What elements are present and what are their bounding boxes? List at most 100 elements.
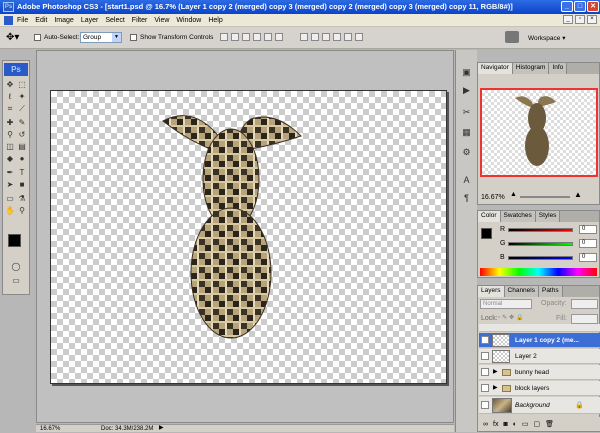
distribute-hcenter-icon[interactable]	[344, 33, 352, 41]
layer-name[interactable]: block layers	[515, 381, 549, 396]
layer-name[interactable]: bunny head	[515, 365, 549, 380]
brush-tool-icon[interactable]: ✎	[17, 118, 27, 128]
hand-tool-icon[interactable]: ✋	[5, 206, 15, 216]
layer-row[interactable]: ▶ bunny head	[479, 365, 600, 380]
align-vcenter-icon[interactable]	[231, 33, 239, 41]
visibility-toggle[interactable]	[481, 401, 489, 409]
tab-paths[interactable]: Paths	[538, 286, 563, 297]
maximize-button[interactable]: □	[574, 1, 586, 12]
menu-filter[interactable]: Filter	[132, 17, 148, 24]
doc-restore-button[interactable]: ▫	[575, 15, 585, 24]
tab-channels[interactable]: Channels	[504, 286, 539, 297]
delete-layer-icon[interactable]: 🗑	[545, 420, 554, 428]
clone-source-icon[interactable]: ⚙	[460, 146, 473, 159]
distribute-bottom-icon[interactable]	[322, 33, 330, 41]
move-tool-icon[interactable]: ✥	[5, 80, 15, 90]
lock-icons[interactable]: ▫✎✥🔒	[498, 314, 526, 321]
link-layers-icon[interactable]: ∞	[483, 421, 488, 428]
tab-histogram[interactable]: Histogram	[512, 63, 550, 74]
color-spectrum-ramp[interactable]	[480, 268, 597, 276]
channel-b-value[interactable]: 0	[579, 253, 597, 262]
distribute-vcenter-icon[interactable]	[311, 33, 319, 41]
gradient-tool-icon[interactable]: ▤	[17, 142, 27, 152]
workspace-button[interactable]: Workspace ▾	[528, 34, 565, 42]
layer-row[interactable]: Background 🔒	[479, 397, 600, 414]
channel-r-value[interactable]: 0	[579, 225, 597, 234]
layer-row[interactable]: ▶ block layers	[479, 381, 600, 396]
distribute-top-icon[interactable]	[300, 33, 308, 41]
zoom-out-icon[interactable]: ▲	[510, 191, 517, 198]
healing-brush-icon[interactable]: ✚	[5, 118, 15, 128]
crop-tool-icon[interactable]: ⌗	[5, 104, 15, 114]
channel-b-slider[interactable]	[508, 256, 573, 260]
blend-mode-dropdown[interactable]: Normal	[480, 299, 532, 309]
expand-triangle-icon[interactable]: ▶	[493, 365, 498, 380]
layer-name[interactable]: Layer 1 copy 2 (me...	[515, 333, 579, 348]
pen-tool-icon[interactable]: ✒	[5, 168, 15, 178]
align-bottom-icon[interactable]	[242, 33, 250, 41]
navigator-zoom[interactable]: 16.67%	[481, 194, 505, 201]
history-brush-icon[interactable]: ↺	[17, 130, 27, 140]
layer-row-partial[interactable]	[479, 324, 600, 332]
paragraph-panel-icon[interactable]: ¶	[460, 192, 473, 205]
quick-mask-icon[interactable]: ◯	[11, 262, 21, 272]
magic-wand-icon[interactable]: ✦	[17, 92, 27, 102]
align-top-icon[interactable]	[220, 33, 228, 41]
doc-close-button[interactable]: ×	[587, 15, 597, 24]
actions-panel-icon[interactable]: ▶	[460, 84, 473, 97]
menu-image[interactable]: Image	[54, 17, 73, 24]
tab-color[interactable]: Color	[478, 211, 501, 222]
menu-window[interactable]: Window	[176, 17, 201, 24]
visibility-toggle[interactable]	[481, 336, 489, 344]
navigator-zoom-slider[interactable]	[520, 196, 570, 198]
color-fg-swatch[interactable]	[481, 228, 492, 239]
app-menu-icon[interactable]	[4, 15, 13, 25]
status-menu-arrow-icon[interactable]: ▶	[159, 425, 164, 432]
notes-tool-icon[interactable]: ▭	[5, 194, 15, 204]
eyedropper-icon[interactable]: ⚗	[17, 194, 27, 204]
layer-name[interactable]: Background	[515, 397, 550, 414]
menu-view[interactable]: View	[154, 17, 169, 24]
visibility-toggle[interactable]	[481, 368, 489, 376]
auto-select-dropdown[interactable]: Group ▼	[80, 32, 122, 43]
canvas[interactable]	[50, 90, 447, 384]
navigator-preview[interactable]	[480, 88, 598, 177]
zoom-tool-icon[interactable]: ⚲	[17, 206, 27, 216]
distribute-right-icon[interactable]	[355, 33, 363, 41]
tool-presets-icon[interactable]: ✂	[460, 106, 473, 119]
move-tool-preset-icon[interactable]: ✥▾	[6, 32, 19, 43]
dodge-tool-icon[interactable]: ●	[17, 154, 27, 164]
tab-styles[interactable]: Styles	[535, 211, 561, 222]
menu-help[interactable]: Help	[208, 17, 222, 24]
channel-r-slider[interactable]	[508, 228, 573, 232]
layer-name[interactable]: Layer 2	[515, 349, 537, 364]
tab-swatches[interactable]: Swatches	[500, 211, 536, 222]
tab-navigator[interactable]: Navigator	[478, 63, 513, 74]
marquee-tool-icon[interactable]: ⬚	[17, 80, 27, 90]
layer-style-icon[interactable]: fx	[493, 421, 498, 428]
slice-tool-icon[interactable]: ⟋	[17, 104, 27, 114]
align-right-icon[interactable]	[275, 33, 283, 41]
adjustment-layer-icon[interactable]: ◐	[513, 421, 517, 428]
channel-g-slider[interactable]	[508, 242, 573, 246]
close-button[interactable]: ✕	[587, 1, 599, 12]
eraser-tool-icon[interactable]: ◫	[5, 142, 15, 152]
path-select-icon[interactable]: ➤	[5, 180, 15, 190]
layer-row[interactable]: Layer 1 copy 2 (me...	[479, 333, 600, 348]
screen-mode-icon[interactable]: ▭	[11, 276, 21, 286]
tab-layers[interactable]: Layers	[478, 286, 505, 297]
new-layer-icon[interactable]: ▢	[534, 420, 541, 428]
show-transform-checkbox[interactable]	[130, 34, 137, 41]
brushes-panel-icon[interactable]: ▦	[460, 126, 473, 139]
visibility-toggle[interactable]	[481, 384, 489, 392]
minimize-button[interactable]: _	[561, 1, 573, 12]
menu-layer[interactable]: Layer	[81, 17, 99, 24]
doc-minimize-button[interactable]: _	[563, 15, 573, 24]
history-panel-icon[interactable]: ▣	[460, 66, 473, 79]
foreground-color-swatch[interactable]	[8, 234, 21, 247]
zoom-in-icon[interactable]: ▲	[574, 190, 582, 199]
tab-info[interactable]: Info	[549, 63, 568, 74]
layer-row[interactable]: Layer 2	[479, 349, 600, 364]
align-left-icon[interactable]	[253, 33, 261, 41]
menu-select[interactable]: Select	[105, 17, 124, 24]
